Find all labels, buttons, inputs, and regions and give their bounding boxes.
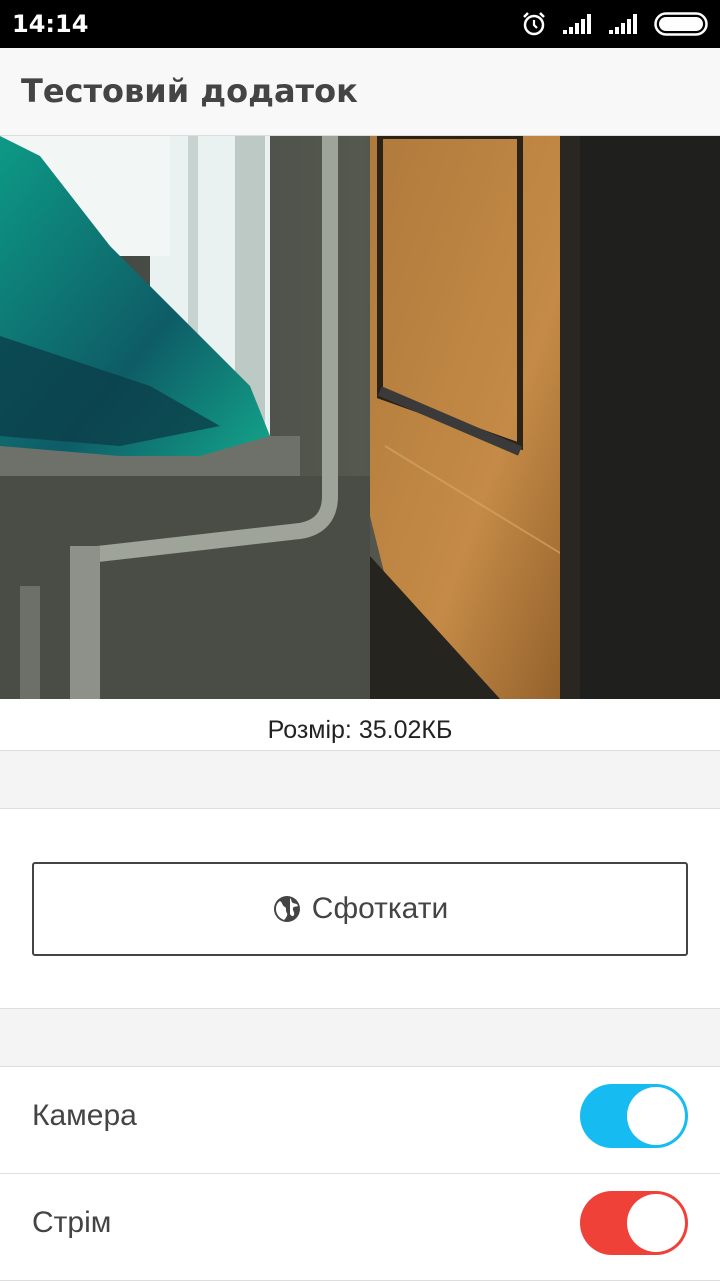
battery-icon — [654, 12, 708, 36]
take-photo-label: Сфоткати — [311, 892, 449, 925]
status-icons — [520, 8, 708, 40]
alarm-icon — [523, 12, 545, 36]
camera-toggle-label: Камера — [32, 1099, 137, 1132]
signal-icon — [609, 14, 637, 34]
app-title: Тестовий додаток — [21, 72, 358, 110]
toggle-knob — [627, 1194, 685, 1252]
camera-toggle-row[interactable]: Камера — [0, 1067, 720, 1174]
section-divider — [0, 1009, 720, 1067]
status-time: 14:14 — [12, 10, 89, 38]
take-photo-button[interactable]: Сфоткати — [32, 862, 688, 956]
stream-toggle-label: Стрім — [32, 1206, 112, 1239]
camera-toggle[interactable] — [580, 1084, 688, 1148]
camera-photo — [0, 136, 720, 699]
globe-icon — [273, 896, 300, 922]
photo-size-label: Розмір: 35.02КБ — [0, 699, 720, 751]
toggle-knob — [627, 1087, 685, 1145]
actions-card: Сфоткати — [0, 809, 720, 1009]
section-divider — [0, 751, 720, 809]
app-bar: Тестовий додаток — [0, 48, 720, 136]
stream-toggle-row[interactable]: Стрім — [0, 1174, 720, 1281]
status-bar: 14:14 — [0, 0, 720, 48]
signal-icon — [563, 14, 591, 34]
stream-toggle[interactable] — [580, 1191, 688, 1255]
